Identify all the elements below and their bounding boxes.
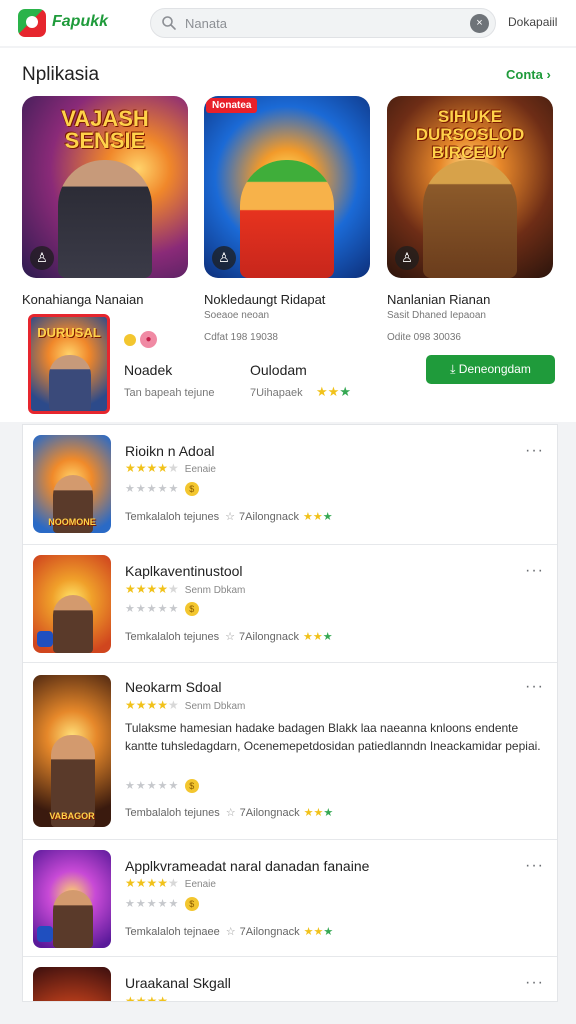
thumbnail-title: DURUSAL	[37, 325, 101, 340]
star-icon: ☆	[225, 511, 236, 523]
featured-card[interactable]: SIHUKE DURSOSLOD BIRCEUY ♙	[387, 96, 553, 278]
game-controller-icon: ♙	[30, 246, 54, 270]
featured-app-thumbnail[interactable]: DURUSAL	[28, 314, 110, 414]
card-title[interactable]: Konahianga Nanaian	[22, 292, 143, 307]
app-thumbnail[interactable]: VABAGOR	[33, 675, 111, 827]
app-list: NOOMONE Rioikn n Adoal ★★★★★ Eenaie ★★★★★…	[22, 424, 558, 1002]
app-header: Fapukk Nanata × Dokapaiil	[0, 0, 576, 46]
download-icon: ⤓	[450, 362, 456, 376]
game-character-image	[240, 160, 334, 278]
game-character-image	[58, 160, 152, 278]
app-title[interactable]: Kaplkaventinustool	[125, 563, 243, 579]
list-item[interactable]: VABAGOR Neokarm Sdoal ★★★★★ Senm Dbkam Tu…	[23, 663, 557, 840]
featured-label: Oulodam	[250, 362, 307, 378]
card-subtitle: Soeaoe neoan	[204, 310, 270, 321]
more-options-icon[interactable]: ···	[525, 679, 545, 697]
star-icon: ☆	[225, 807, 236, 819]
rating-stars: ★★★★★ Senm Dbkam	[125, 582, 246, 596]
app-description: Tulaksme hamesian hadake badagen Blakk l…	[125, 721, 541, 753]
star-icon: ☆	[225, 926, 236, 938]
see-all-link[interactable]: Conta ›	[506, 67, 551, 82]
secondary-rating: ★★★★★ $	[125, 779, 200, 794]
coin-icon: $	[185, 482, 200, 497]
app-logo-icon[interactable]	[18, 9, 46, 37]
featured-card[interactable]: VAJASH SENSIE ♙	[22, 96, 188, 278]
list-item[interactable]: Uraakanal Skgall ★★★★ ···	[23, 957, 557, 1002]
featured-sub: 7Uihapaek	[250, 387, 303, 399]
brand-name[interactable]: Fapukk	[52, 13, 108, 31]
app-thumbnail[interactable]: NOOMONE	[33, 435, 111, 533]
card-meta: Odite 098 30036	[387, 332, 461, 343]
star-icon: ☆	[225, 631, 236, 643]
clear-search-button[interactable]: ×	[470, 14, 489, 33]
rating-stars: ★★★★★ Eenaie	[125, 461, 216, 475]
game-controller-icon: ♙	[395, 246, 419, 270]
coin-icon: $	[185, 602, 200, 617]
featured-card[interactable]: Nonatea ♙	[204, 96, 370, 278]
game-character-image	[423, 160, 517, 278]
install-button[interactable]: ⤓ Deneongdam	[426, 355, 555, 384]
rating-stars: ★★★★★ Senm Dbkam	[125, 698, 246, 712]
app-meta: Tembalaloh tejunes ☆ 7Ailongnack ★★★	[125, 807, 334, 819]
app-title[interactable]: Applkvrameadat naral danadan fanaine	[125, 858, 369, 874]
app-title[interactable]: Neokarm Sdoal	[125, 679, 222, 695]
game-controller-icon: ♙	[212, 246, 236, 270]
thumbnail-label: VABAGOR	[49, 811, 95, 821]
coin-icon: $	[185, 897, 200, 912]
app-meta: Temkalaloh tejunes ☆ 7Ailongnack ★★★	[125, 631, 333, 643]
section-title: Nplikasia	[22, 64, 100, 85]
rating-stars: ★★★	[316, 384, 351, 399]
app-meta: Temkalaloh tejunes ☆ 7Ailongnack ★★★	[125, 511, 333, 523]
header-account-link[interactable]: Dokapaiil	[508, 15, 557, 29]
game-character-image	[49, 355, 91, 411]
game-character-image	[53, 890, 93, 948]
more-options-icon[interactable]: ···	[525, 443, 545, 461]
rating-stars: ★★★★	[125, 994, 169, 1002]
app-thumbnail[interactable]	[33, 555, 111, 653]
badge-icon: ●	[140, 331, 157, 348]
app-meta: Temkalaloh tejnaee ☆ 7Ailongnack ★★★	[125, 926, 334, 938]
app-thumbnail[interactable]	[33, 850, 111, 948]
coin-icon: $	[185, 779, 200, 794]
more-options-icon[interactable]: ···	[525, 563, 545, 581]
search-input[interactable]: Nanata	[185, 16, 227, 31]
card-tag: Nonatea	[206, 98, 258, 113]
secondary-rating: ★★★★★ $	[125, 897, 200, 912]
app-badge-icon	[37, 631, 53, 647]
card-meta: Cdfat 198 19038	[204, 332, 278, 343]
featured-sub: Tan bapeah tejune	[124, 387, 215, 399]
list-item[interactable]: Kaplkaventinustool ★★★★★ Senm Dbkam ★★★★★…	[23, 545, 557, 663]
secondary-rating: ★★★★★ $	[125, 602, 200, 617]
card-title[interactable]: Nokledaungt Ridapat	[204, 292, 325, 307]
more-options-icon[interactable]: ···	[525, 975, 545, 993]
rating-stars: ★★★★★ Eenaie	[125, 876, 216, 890]
card-subtitle: Sasit Dhaned Iepaoan	[387, 310, 486, 321]
list-item[interactable]: NOOMONE Rioikn n Adoal ★★★★★ Eenaie ★★★★★…	[23, 425, 557, 545]
search-bar[interactable]: Nanata ×	[150, 8, 496, 38]
search-icon	[162, 16, 176, 30]
card-title[interactable]: Nanlanian Rianan	[387, 292, 490, 307]
list-item[interactable]: Applkvrameadat naral danadan fanaine ★★★…	[23, 840, 557, 957]
app-badge-icon	[37, 926, 53, 942]
featured-section: Nplikasia Conta › VAJASH SENSIE ♙ Nonate…	[0, 48, 576, 422]
card-banner-text: VAJASH SENSIE	[61, 106, 149, 153]
card-banner-text: SIHUKE DURSOSLOD BIRCEUY	[415, 107, 525, 162]
app-title[interactable]: Uraakanal Skgall	[125, 975, 231, 991]
secondary-rating: ★★★★★ $	[125, 482, 200, 497]
more-options-icon[interactable]: ···	[525, 858, 545, 876]
crown-icon	[124, 334, 136, 346]
app-title[interactable]: Rioikn n Adoal	[125, 443, 215, 459]
thumbnail-label: NOOMONE	[48, 517, 96, 527]
app-thumbnail[interactable]	[33, 967, 111, 1001]
game-character-image	[53, 595, 93, 653]
featured-label: Noadek	[124, 362, 173, 378]
